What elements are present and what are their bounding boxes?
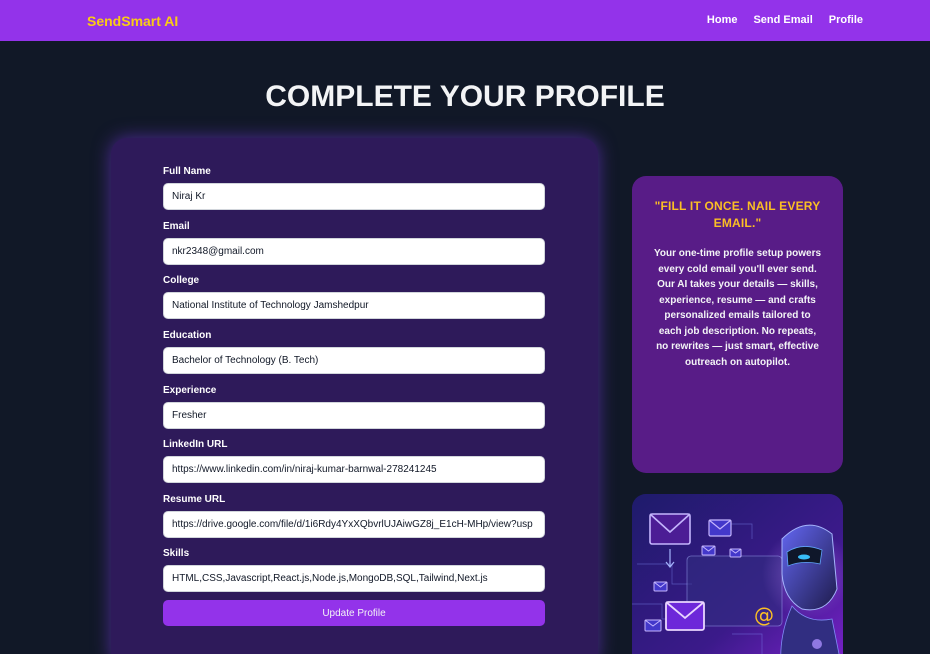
envelope-icon — [649, 513, 691, 545]
field-label: Education — [163, 330, 212, 341]
experience-input[interactable]: Fresher — [163, 402, 545, 429]
college-field: College National Institute of Technology… — [163, 275, 545, 319]
email-field: Email nkr2348@gmail.com — [163, 221, 545, 265]
nav-link-home[interactable]: Home — [707, 14, 738, 26]
linkedin-url-field: LinkedIn URL https://www.linkedin.com/in… — [163, 439, 545, 483]
brand-logo[interactable]: SendSmart AI — [87, 13, 178, 29]
nav-links: Home Send Email Profile — [707, 14, 863, 26]
email-input[interactable]: nkr2348@gmail.com — [163, 238, 545, 265]
envelope-icon — [708, 519, 732, 537]
college-input[interactable]: National Institute of Technology Jamshed… — [163, 292, 545, 319]
resume-url-input[interactable]: https://drive.google.com/file/d/1i6Rdy4Y… — [163, 511, 545, 538]
experience-field: Experience Fresher — [163, 385, 545, 429]
field-label: Email — [163, 221, 190, 232]
navbar: SendSmart AI Home Send Email Profile — [0, 0, 930, 41]
page-title: COMPLETE YOUR PROFILE — [265, 80, 665, 113]
resume-url-field: Resume URL https://drive.google.com/file… — [163, 494, 545, 538]
field-label: College — [163, 275, 200, 286]
profile-form: Full Name Niraj Kr Email nkr2348@gmail.c… — [111, 138, 598, 654]
quote-card: "FILL IT ONCE. NAIL EVERY EMAIL." Your o… — [632, 176, 843, 473]
nav-link-send-email[interactable]: Send Email — [753, 14, 812, 26]
field-label: LinkedIn URL — [163, 439, 228, 450]
field-label: Resume URL — [163, 494, 226, 505]
ai-robot-email-illustration: @ — [632, 494, 843, 654]
field-label: Full Name — [163, 166, 211, 177]
skills-field: Skills HTML,CSS,Javascript,React.js,Node… — [163, 548, 545, 592]
full-name-input[interactable]: Niraj Kr — [163, 183, 545, 210]
illustration-svg: @ — [632, 494, 843, 654]
education-field: Education Bachelor of Technology (B. Tec… — [163, 330, 545, 374]
skills-input[interactable]: HTML,CSS,Javascript,React.js,Node.js,Mon… — [163, 565, 545, 592]
education-input[interactable]: Bachelor of Technology (B. Tech) — [163, 347, 545, 374]
field-label: Skills — [163, 548, 190, 559]
envelope-icon — [665, 601, 705, 631]
update-profile-button[interactable]: Update Profile — [163, 600, 545, 626]
full-name-field: Full Name Niraj Kr — [163, 166, 545, 210]
nav-link-profile[interactable]: Profile — [829, 14, 863, 26]
at-sign-icon: @ — [754, 603, 774, 627]
linkedin-url-input[interactable]: https://www.linkedin.com/in/niraj-kumar-… — [163, 456, 545, 483]
field-label: Experience — [163, 385, 217, 396]
quote-title: "FILL IT ONCE. NAIL EVERY EMAIL." — [654, 199, 821, 230]
quote-text: Your one-time profile setup powers every… — [653, 248, 822, 368]
